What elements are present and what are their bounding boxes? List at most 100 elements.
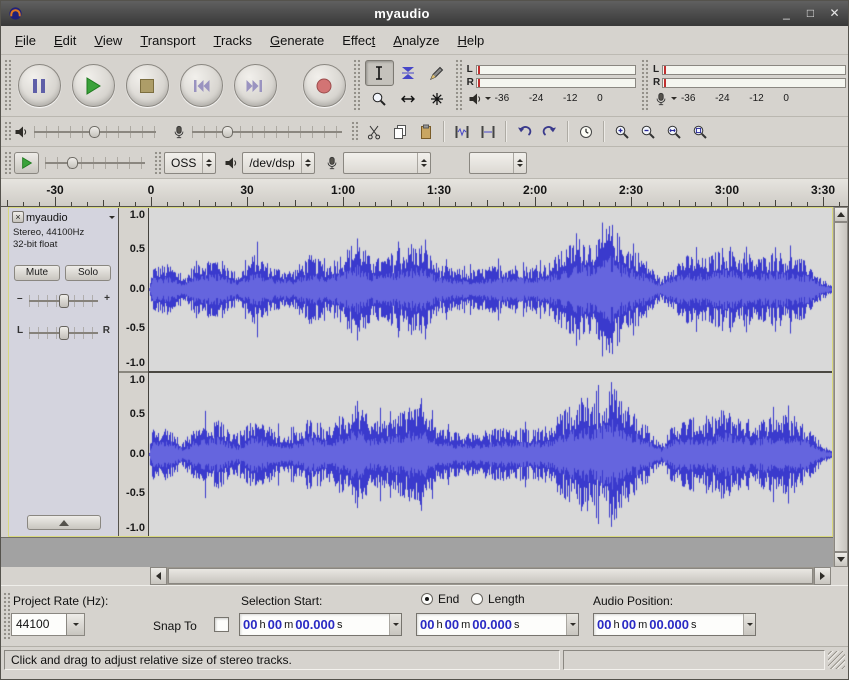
- snap-to-checkbox[interactable]: [214, 617, 229, 632]
- multi-tool-button[interactable]: [423, 86, 452, 112]
- menu-view[interactable]: View: [85, 28, 131, 53]
- track-collapse-button[interactable]: [27, 515, 101, 530]
- menu-edit[interactable]: Edit: [45, 28, 85, 53]
- vertical-scale-ruler[interactable]: 1.0 0.5 0.0 -0.5 -1.0 1.0 0.5 0.0 -0.5: [119, 208, 149, 536]
- timefield-dropdown[interactable]: [566, 614, 578, 635]
- scroll-right-button[interactable]: [814, 567, 831, 585]
- selection-end-field[interactable]: 00h00m00.000s: [416, 613, 579, 636]
- playback-meter[interactable]: L R -36-24-120: [465, 62, 638, 110]
- cut-button[interactable]: [361, 119, 387, 144]
- maximize-button[interactable]: □: [804, 6, 817, 21]
- menu-transport[interactable]: Transport: [131, 28, 204, 53]
- zoom-in-button[interactable]: [609, 119, 635, 144]
- skip-to-end-button[interactable]: [234, 64, 277, 107]
- input-volume-slider[interactable]: [192, 123, 342, 141]
- silence-audio-button[interactable]: [475, 119, 501, 144]
- play-button[interactable]: [72, 64, 115, 107]
- fit-project-button[interactable]: [687, 119, 713, 144]
- output-volume-slider[interactable]: [34, 123, 156, 141]
- menu-effect[interactable]: Effect: [333, 28, 384, 53]
- menu-file[interactable]: File: [6, 28, 45, 53]
- selection-tool-button[interactable]: [365, 60, 394, 86]
- toolbar-separator: [603, 121, 605, 142]
- zoom-out-button[interactable]: [635, 119, 661, 144]
- input-device-select[interactable]: [343, 152, 431, 174]
- envelope-tool-button[interactable]: [394, 60, 423, 86]
- fit-selection-icon: [666, 124, 682, 140]
- scroll-down-button[interactable]: [834, 552, 848, 567]
- menu-analyze[interactable]: Analyze: [384, 28, 448, 53]
- audio-position-field[interactable]: 00h00m00.000s: [593, 613, 756, 636]
- undo-button[interactable]: [511, 119, 537, 144]
- waveform-channel-left[interactable]: [149, 208, 832, 371]
- input-channels-select[interactable]: [469, 152, 527, 174]
- transport-toolbar-grip[interactable]: [4, 59, 11, 112]
- scroll-left-button[interactable]: [150, 567, 167, 585]
- waveform-channel-right[interactable]: [149, 373, 832, 536]
- fit-selection-button[interactable]: [661, 119, 687, 144]
- resize-grip[interactable]: [828, 651, 845, 669]
- trim-audio-button[interactable]: [449, 119, 475, 144]
- selection-start-field[interactable]: 00h00m00.000s: [239, 613, 402, 636]
- gain-slider[interactable]: – +: [17, 290, 110, 312]
- solo-button[interactable]: Solo: [65, 265, 111, 281]
- playback-speed-slider[interactable]: [45, 154, 145, 172]
- paste-button[interactable]: [413, 119, 439, 144]
- length-radio[interactable]: Length: [471, 592, 525, 606]
- playback-meter-grip[interactable]: [455, 59, 462, 112]
- close-button[interactable]: ✕: [828, 6, 841, 21]
- dropdown-button[interactable]: [67, 613, 85, 636]
- record-button[interactable]: [303, 64, 346, 107]
- audio-host-select[interactable]: OSS: [164, 152, 216, 174]
- vertical-scrollbar[interactable]: [833, 207, 848, 567]
- play-at-speed-grip[interactable]: [4, 151, 11, 174]
- recording-meter-menu[interactable]: [654, 92, 677, 106]
- stop-button[interactable]: [126, 64, 169, 107]
- pan-slider[interactable]: L R: [17, 322, 110, 344]
- timefield-dropdown[interactable]: [743, 614, 755, 635]
- redo-button[interactable]: [537, 119, 563, 144]
- output-volume-thumb[interactable]: [89, 126, 100, 138]
- play-at-speed-icon: [20, 156, 34, 170]
- draw-tool-button[interactable]: [423, 60, 452, 86]
- gain-thumb[interactable]: [59, 294, 69, 308]
- vertical-scrollbar-thumb[interactable]: [834, 222, 848, 552]
- tools-toolbar-grip[interactable]: [353, 59, 360, 112]
- scale-label: 0.0: [130, 283, 145, 295]
- zoom-tool-button[interactable]: [365, 86, 394, 112]
- recording-meter-grip[interactable]: [641, 59, 648, 112]
- output-device-select[interactable]: /dev/dsp: [242, 152, 314, 174]
- track-menu-button[interactable]: myaudio: [26, 211, 115, 224]
- menu-help[interactable]: Help: [449, 28, 494, 53]
- pause-button[interactable]: [18, 64, 61, 107]
- end-radio[interactable]: End: [421, 592, 459, 606]
- timeline-tick-label: 1:00: [331, 183, 355, 197]
- track-close-button[interactable]: ×: [12, 211, 24, 223]
- horizontal-scrollbar-thumb[interactable]: [168, 568, 813, 584]
- skip-to-start-button[interactable]: [180, 64, 223, 107]
- title-bar[interactable]: myaudio _ □ ✕: [1, 1, 848, 26]
- scroll-up-button[interactable]: [834, 207, 848, 222]
- pan-thumb[interactable]: [59, 326, 69, 340]
- mute-button[interactable]: Mute: [14, 265, 60, 281]
- track-control-panel[interactable]: × myaudio Stereo, 44100Hz 32-bit float M…: [9, 208, 119, 536]
- mixer-toolbar-grip[interactable]: [4, 121, 11, 142]
- timefield-dropdown[interactable]: [389, 614, 401, 635]
- edit-toolbar-grip[interactable]: [351, 121, 358, 142]
- sync-lock-button[interactable]: [573, 119, 599, 144]
- menu-tracks[interactable]: Tracks: [205, 28, 262, 53]
- horizontal-scrollbar[interactable]: [167, 567, 814, 585]
- time-shift-tool-button[interactable]: [394, 86, 423, 112]
- project-rate-select[interactable]: 44100: [11, 613, 85, 636]
- timeline-ruler[interactable]: -300301:001:302:002:303:003:30: [1, 179, 848, 207]
- selection-toolbar-grip[interactable]: [3, 592, 10, 640]
- recording-meter[interactable]: L R -36-24-120: [651, 62, 848, 110]
- device-toolbar-grip[interactable]: [154, 151, 161, 174]
- input-volume-thumb[interactable]: [222, 126, 233, 138]
- minimize-button[interactable]: _: [780, 6, 793, 21]
- playback-meter-menu[interactable]: [468, 92, 491, 106]
- copy-button[interactable]: [387, 119, 413, 144]
- playback-speed-thumb[interactable]: [67, 157, 78, 169]
- play-at-speed-button[interactable]: [14, 152, 39, 174]
- menu-generate[interactable]: Generate: [261, 28, 333, 53]
